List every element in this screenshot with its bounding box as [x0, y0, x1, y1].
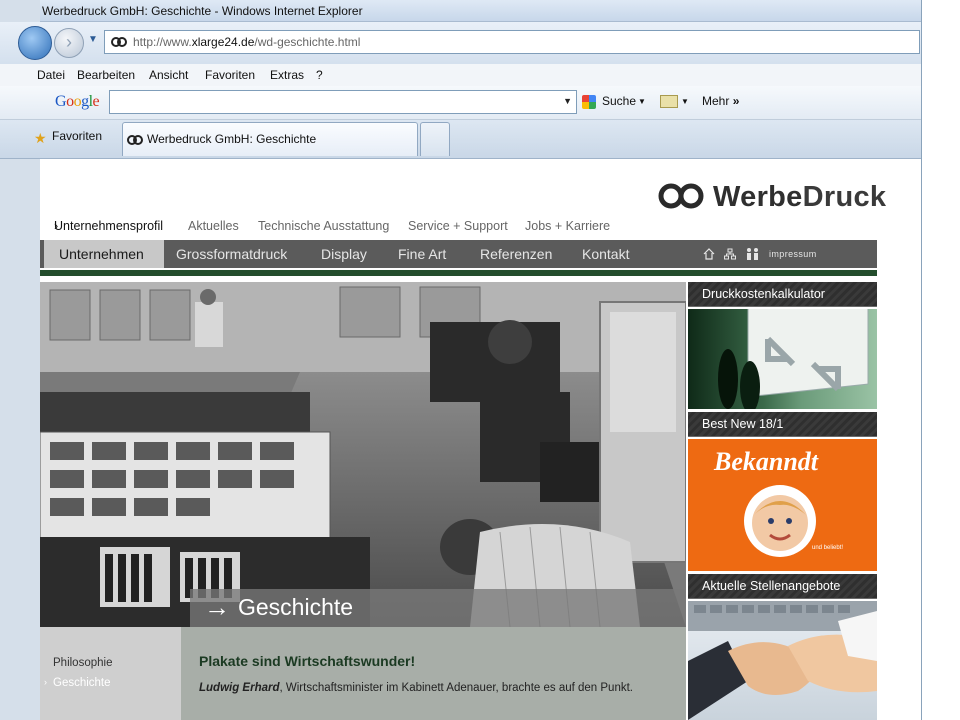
site-favicon-icon: [111, 37, 127, 47]
side-submenu: Philosophie › Geschichte: [40, 627, 181, 720]
nav-item-kontakt[interactable]: Kontakt: [582, 240, 629, 268]
google-search-input[interactable]: ▼: [109, 90, 577, 114]
nav-item-fine-art[interactable]: Fine Art: [398, 240, 446, 268]
subnav-item-service-support[interactable]: Service + Support: [408, 219, 508, 233]
main-navigation: Unternehmen Grossformatdruck Display Fin…: [40, 240, 877, 268]
menu-bar: Datei Bearbeiten Ansicht Favoriten Extra…: [0, 64, 921, 87]
sidemenu-item-geschichte[interactable]: Geschichte: [53, 677, 111, 689]
people-icon[interactable]: [745, 247, 761, 261]
arrow-right-icon: →: [204, 592, 230, 622]
tab-werbedruck[interactable]: Werbedruck GmbH: Geschichte: [122, 122, 418, 156]
search-dropdown-icon[interactable]: ▼: [563, 96, 572, 106]
menu-item-favoriten[interactable]: Favoriten: [205, 64, 255, 86]
search-options-icon[interactable]: ▼: [638, 97, 646, 106]
nav-item-display[interactable]: Display: [321, 240, 367, 268]
bekanndt-ad[interactable]: Bekanndt und beliebt!: [688, 439, 877, 571]
address-url: http://www.xlarge24.de/wd-geschichte.htm…: [133, 35, 361, 49]
tab-favicon-icon: [127, 135, 143, 145]
google-logo: Google: [55, 93, 100, 110]
sidemenu-active-bullet: ›: [44, 677, 47, 687]
more-button[interactable]: Mehr »: [702, 94, 739, 108]
ad-brand: Bekanndt: [714, 447, 819, 476]
favorites-star-icon[interactable]: ★: [34, 130, 47, 147]
hero-photo-print-workshop: [40, 282, 686, 627]
child-face-image: [744, 485, 816, 557]
nav-item-unternehmen[interactable]: Unternehmen: [44, 240, 164, 268]
handshake-image: [688, 601, 877, 720]
page-content: WerbeDruck › Unternehmensprofil Aktuelle…: [40, 159, 921, 720]
google-search-icon: [582, 95, 596, 109]
bookmark-dropdown-icon[interactable]: ▼: [681, 97, 689, 106]
nav-item-grossformatdruck[interactable]: Grossformatdruck: [176, 240, 287, 268]
tab-row: ★ Favoriten Werbedruck GmbH: Geschichte: [0, 120, 921, 159]
window-right-strip: [921, 0, 960, 720]
right-column: Druckkostenkalkulator Best New 18/1 Beka…: [688, 282, 877, 720]
window-titlebar: Werbedruck GmbH: Geschichte - Windows In…: [40, 0, 921, 22]
logo-mark-icon: [658, 183, 704, 209]
tab-label: Werbedruck GmbH: Geschichte: [147, 132, 317, 146]
druckkostenkalkulator-teaser[interactable]: [688, 309, 877, 409]
article-text: Ludwig Erhard, Wirtschaftsminister im Ka…: [199, 682, 633, 694]
subnav-item-aktuelles[interactable]: Aktuelles: [188, 219, 239, 233]
impressum-link[interactable]: impressum: [769, 240, 817, 268]
article-author: Ludwig Erhard: [199, 682, 280, 694]
favorites-button[interactable]: Favoriten: [52, 129, 102, 143]
hero-caption: → Geschichte: [190, 589, 686, 627]
new-tab-button[interactable]: [420, 122, 450, 156]
back-button[interactable]: [18, 26, 52, 60]
subnav-item-technische-ausstattung[interactable]: Technische Ausstattung: [258, 219, 389, 233]
sidemenu-item-philosophie[interactable]: Philosophie: [53, 657, 112, 669]
bookmark-icon[interactable]: [660, 95, 678, 108]
hero-caption-text: Geschichte: [238, 594, 354, 620]
box-stellenangebote-header[interactable]: Aktuelle Stellenangebote: [688, 574, 877, 599]
hero-photo-image: [40, 282, 686, 627]
stellenangebote-teaser[interactable]: [688, 601, 877, 720]
article-block: Plakate sind Wirtschaftswunder! Ludwig E…: [181, 627, 686, 720]
ad-tagline: und beliebt!: [812, 545, 844, 551]
menu-item-extras[interactable]: Extras: [270, 64, 304, 86]
nav-accent-line: [40, 270, 877, 276]
home-icon[interactable]: [703, 248, 715, 260]
subnav-item-jobs-karriere[interactable]: Jobs + Karriere: [525, 219, 610, 233]
box-best-new-header[interactable]: Best New 18/1: [688, 412, 877, 437]
menu-item-ansicht[interactable]: Ansicht: [149, 64, 188, 86]
logo-wordmark: WerbeDruck: [713, 181, 887, 213]
article-headline: Plakate sind Wirtschaftswunder!: [199, 653, 416, 669]
google-search-button[interactable]: Suche: [602, 94, 636, 108]
window-title: Werbedruck GmbH: Geschichte - Windows In…: [42, 4, 363, 18]
forward-button[interactable]: ›: [54, 28, 84, 58]
sitemap-icon[interactable]: [724, 248, 736, 260]
menu-item-datei[interactable]: Datei: [37, 64, 65, 86]
address-row: › ▼ http://www.xlarge24.de/wd-geschichte…: [0, 22, 921, 64]
menu-item-help[interactable]: ?: [316, 64, 323, 86]
menu-item-bearbeiten[interactable]: Bearbeiten: [77, 64, 135, 86]
box-druckkostenkalkulator-header[interactable]: Druckkostenkalkulator: [688, 282, 877, 307]
browser-window: Werbedruck GmbH: Geschichte - Windows In…: [0, 0, 960, 720]
billboard-image: [718, 309, 869, 409]
nav-item-referenzen[interactable]: Referenzen: [480, 240, 552, 268]
history-dropdown-icon[interactable]: ▼: [88, 34, 98, 45]
address-bar[interactable]: http://www.xlarge24.de/wd-geschichte.htm…: [104, 30, 920, 54]
google-toolbar: Google ▼ Suche ▼ ▼ Mehr »: [0, 86, 921, 120]
